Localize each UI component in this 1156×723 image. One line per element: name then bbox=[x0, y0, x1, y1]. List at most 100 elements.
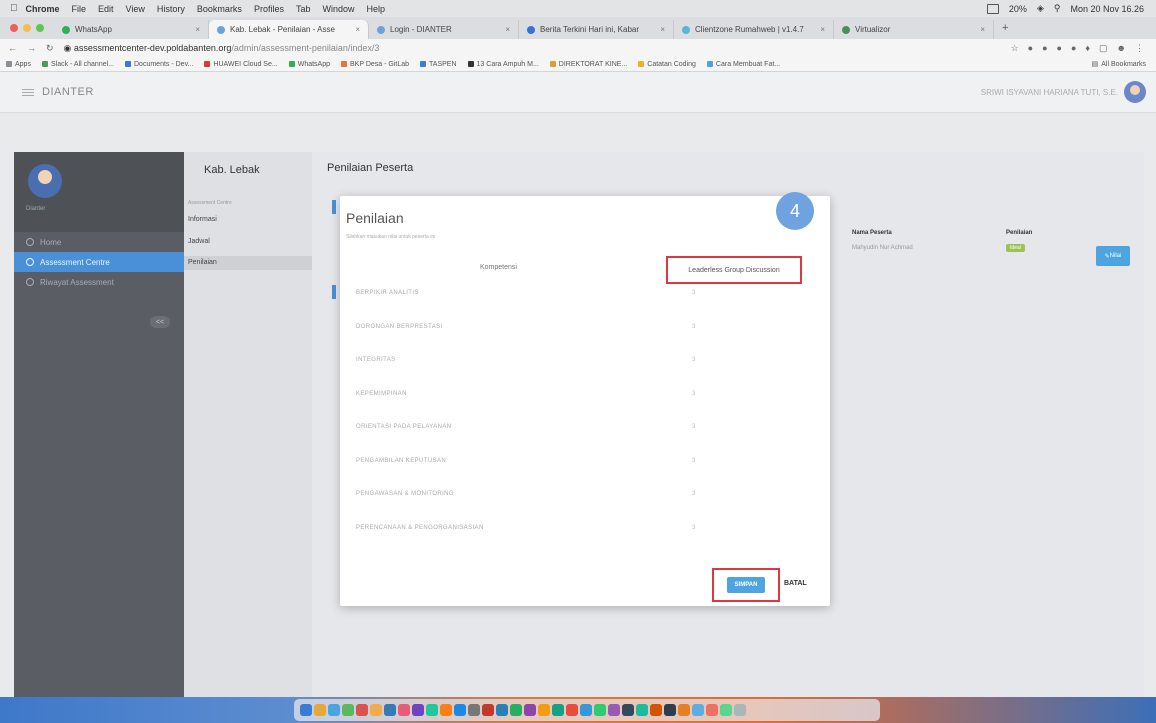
bookmark-cara-ampuh[interactable]: 13 Cara Ampuh M... bbox=[467, 61, 539, 68]
app-icon[interactable] bbox=[622, 704, 634, 716]
score-select[interactable]: 3 bbox=[692, 424, 696, 430]
minimize-window-icon[interactable] bbox=[23, 24, 31, 32]
app-icon[interactable] bbox=[482, 704, 494, 716]
close-tab-icon[interactable]: × bbox=[505, 25, 510, 34]
close-window-icon[interactable] bbox=[10, 24, 18, 32]
extension-icon[interactable]: ● bbox=[1028, 43, 1033, 54]
safari-icon[interactable] bbox=[328, 704, 340, 716]
menu-window[interactable]: Window bbox=[322, 4, 354, 14]
hamburger-menu-icon[interactable] bbox=[22, 88, 34, 96]
menu-help[interactable]: Help bbox=[366, 4, 385, 14]
trash-icon[interactable] bbox=[734, 704, 746, 716]
app-icon[interactable] bbox=[636, 704, 648, 716]
back-icon[interactable]: ← bbox=[8, 43, 17, 54]
app-icon[interactable] bbox=[664, 704, 676, 716]
bookmark-apps[interactable]: Apps bbox=[6, 61, 31, 68]
settings-icon[interactable] bbox=[468, 704, 480, 716]
search-icon[interactable]: ⚲ bbox=[1054, 3, 1061, 14]
puzzle-icon[interactable]: ♦ bbox=[1085, 43, 1090, 54]
close-tab-icon[interactable]: × bbox=[980, 25, 985, 34]
table-row[interactable]: Mahyudin Nur Achmad Ideal bbox=[820, 240, 1120, 256]
app-icon[interactable] bbox=[552, 704, 564, 716]
appstore-icon[interactable] bbox=[454, 704, 466, 716]
sidebar-item-riwayat[interactable]: Riwayat Assessment bbox=[14, 272, 184, 292]
app-icon[interactable] bbox=[692, 704, 704, 716]
app-icon[interactable] bbox=[594, 704, 606, 716]
menu-bookmarks[interactable]: Bookmarks bbox=[197, 4, 242, 14]
menu-file[interactable]: File bbox=[72, 4, 87, 14]
bookmark-huawei[interactable]: HUAWEI Cloud Se... bbox=[204, 61, 278, 68]
score-select[interactable]: 3 bbox=[692, 357, 696, 363]
user-avatar[interactable] bbox=[1124, 81, 1146, 103]
tab-login-dianter[interactable]: Login - DIANTER × bbox=[369, 20, 519, 39]
app-icon[interactable] bbox=[566, 704, 578, 716]
app-icon[interactable] bbox=[678, 704, 690, 716]
launchpad-icon[interactable] bbox=[314, 704, 326, 716]
subnav-item-jadwal[interactable]: Jadwal bbox=[188, 238, 210, 245]
menu-edit[interactable]: Edit bbox=[98, 4, 114, 14]
score-select[interactable]: 3 bbox=[692, 491, 696, 497]
apple-icon[interactable]:  bbox=[10, 3, 18, 14]
url-field[interactable]: ◉ assessmentcenter-dev.poldabanten.org/a… bbox=[64, 43, 1011, 54]
close-tab-icon[interactable]: × bbox=[660, 25, 665, 34]
facetime-icon[interactable] bbox=[426, 704, 438, 716]
simpan-button[interactable]: SIMPAN bbox=[726, 577, 766, 593]
app-icon[interactable] bbox=[538, 704, 550, 716]
subnav-item-penilaian[interactable]: Penilaian bbox=[184, 256, 312, 270]
sidepanel-icon[interactable]: ▢ bbox=[1099, 43, 1108, 54]
music-icon[interactable] bbox=[398, 704, 410, 716]
close-tab-icon[interactable]: × bbox=[355, 25, 360, 34]
bookmark-taspen[interactable]: TASPEN bbox=[420, 61, 457, 68]
score-select[interactable]: 3 bbox=[692, 525, 696, 531]
bookmark-whatsapp[interactable]: WhatsApp bbox=[288, 61, 330, 68]
app-icon[interactable] bbox=[524, 704, 536, 716]
star-icon[interactable]: ☆ bbox=[1011, 43, 1019, 54]
new-tab-icon[interactable]: + bbox=[994, 22, 1016, 34]
app-icon[interactable] bbox=[650, 704, 662, 716]
tab-berita[interactable]: Berita Terkini Hari ini, Kabar × bbox=[519, 20, 674, 39]
all-bookmarks[interactable]: ▤ All Bookmarks bbox=[1092, 60, 1146, 69]
score-select[interactable]: 3 bbox=[692, 458, 696, 464]
calendar-icon[interactable] bbox=[356, 704, 368, 716]
menu-app-chrome[interactable]: Chrome bbox=[26, 4, 60, 14]
finder-icon[interactable] bbox=[300, 704, 312, 716]
zoom-window-icon[interactable] bbox=[36, 24, 44, 32]
app-icon[interactable] bbox=[706, 704, 718, 716]
bookmark-slack[interactable]: Slack - All channel... bbox=[41, 61, 114, 68]
sidebar-item-home[interactable]: Home bbox=[14, 232, 184, 252]
tab-virtualizor[interactable]: Virtualizor × bbox=[834, 20, 994, 39]
app-icon[interactable] bbox=[496, 704, 508, 716]
bookmark-direktorat[interactable]: DIREKTORAT KINE... bbox=[549, 61, 627, 68]
score-select[interactable]: 3 bbox=[692, 290, 696, 296]
screen-icon[interactable] bbox=[986, 3, 999, 14]
user-name[interactable]: SRIWI ISYAVANI HARIANA TUTI, S.E. bbox=[981, 88, 1118, 97]
menu-profiles[interactable]: Profiles bbox=[254, 4, 284, 14]
subnav-item-informasi[interactable]: Informasi bbox=[188, 216, 217, 223]
menu-view[interactable]: View bbox=[126, 4, 145, 14]
photos-icon[interactable] bbox=[440, 704, 452, 716]
app-icon[interactable] bbox=[580, 704, 592, 716]
app-icon[interactable] bbox=[510, 704, 522, 716]
app-icon[interactable] bbox=[720, 704, 732, 716]
mail-icon[interactable] bbox=[384, 704, 396, 716]
sidebar-collapse-button[interactable]: << bbox=[150, 316, 170, 328]
app-brand[interactable]: DIANTER bbox=[42, 86, 94, 98]
notes-icon[interactable] bbox=[370, 704, 382, 716]
profile-icon[interactable]: ☻ bbox=[1117, 43, 1126, 54]
extension-icon[interactable]: ● bbox=[1071, 43, 1076, 54]
tab-clientzone[interactable]: Clientzone Rumahweb | v1.4.7 × bbox=[674, 20, 834, 39]
score-select[interactable]: 3 bbox=[692, 324, 696, 330]
tab-whatsapp[interactable]: WhatsApp × bbox=[54, 20, 209, 39]
tab-kab-lebak[interactable]: Kab. Lebak - Penilaian - Asse × bbox=[209, 20, 369, 39]
extension-icon[interactable]: ● bbox=[1042, 43, 1047, 54]
menu-tab[interactable]: Tab bbox=[296, 4, 311, 14]
score-select[interactable]: 3 bbox=[692, 391, 696, 397]
more-icon[interactable]: ⋮ bbox=[1135, 43, 1144, 54]
forward-icon[interactable]: → bbox=[27, 43, 36, 54]
close-tab-icon[interactable]: × bbox=[820, 25, 825, 34]
bookmark-cara-membuat[interactable]: Cara Membuat Fat... bbox=[706, 61, 780, 68]
battery-label[interactable]: 20% bbox=[1009, 4, 1027, 14]
app-icon[interactable] bbox=[608, 704, 620, 716]
bookmark-catatan-coding[interactable]: Catatan Coding bbox=[638, 61, 696, 68]
reload-icon[interactable]: ↻ bbox=[46, 43, 54, 54]
